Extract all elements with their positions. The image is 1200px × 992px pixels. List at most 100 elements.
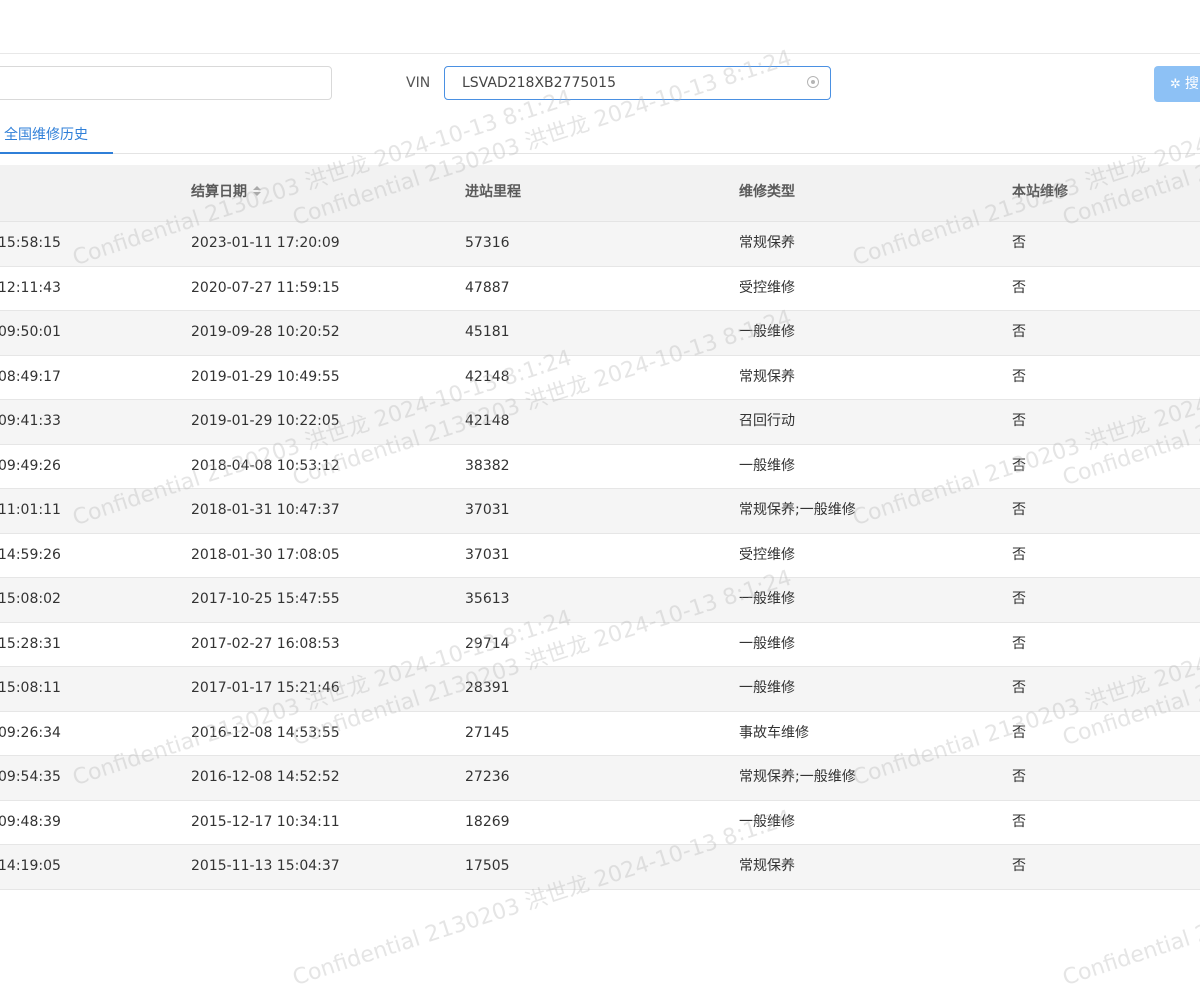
search-button-label: 搜 bbox=[1184, 76, 1199, 92]
table-row[interactable]: 15:58:15 2023-01-11 17:20:09 57316 常规保养 否 bbox=[0, 222, 1200, 267]
header-local-repair: 本站维修 bbox=[1012, 184, 1068, 200]
cell-local-repair: 否 bbox=[1012, 769, 1026, 785]
cell-time: 08:49:17 bbox=[0, 368, 61, 385]
cell-time: 09:41:33 bbox=[0, 413, 61, 429]
table-row[interactable]: 14:19:05 2015-11-13 15:04:37 17505 常规保养 否 bbox=[0, 845, 1200, 890]
cell-repair-type: 事故车维修 bbox=[739, 724, 809, 741]
cell-repair-type: 召回行动 bbox=[739, 413, 795, 429]
cell-repair-type: 一般维修 bbox=[739, 635, 795, 652]
table-row[interactable]: 15:08:02 2017-10-25 15:47:55 35613 一般维修 否 bbox=[0, 578, 1200, 623]
cell-time: 09:26:34 bbox=[0, 724, 61, 741]
cell-mileage: 42148 bbox=[465, 413, 510, 429]
cell-settlement-date: 2023-01-11 17:20:09 bbox=[191, 235, 340, 251]
cell-time: 14:59:26 bbox=[0, 546, 61, 563]
cell-time: 09:49:26 bbox=[0, 457, 61, 474]
cell-repair-type: 常规保养 bbox=[739, 235, 795, 251]
cell-settlement-date: 2017-01-17 15:21:46 bbox=[191, 680, 340, 696]
cell-repair-type: 常规保养;一般维修 bbox=[739, 769, 856, 785]
vin-input-value[interactable]: LSVAD218XB2775015 bbox=[462, 74, 616, 92]
cell-repair-type: 一般维修 bbox=[739, 324, 795, 340]
top-divider bbox=[0, 53, 1200, 54]
header-mileage: 进站里程 bbox=[465, 184, 521, 200]
cell-local-repair: 否 bbox=[1012, 502, 1026, 518]
cell-mileage: 27236 bbox=[465, 769, 510, 785]
header-repair-type: 维修类型 bbox=[739, 184, 795, 200]
cell-repair-type: 一般维修 bbox=[739, 591, 795, 607]
table-row[interactable]: 15:08:11 2017-01-17 15:21:46 28391 一般维修 否 bbox=[0, 667, 1200, 712]
cell-mileage: 42148 bbox=[465, 368, 510, 385]
cell-mileage: 38382 bbox=[465, 457, 510, 474]
table-row[interactable]: 09:49:26 2018-04-08 10:53:12 38382 一般维修 否 bbox=[0, 445, 1200, 489]
clear-icon[interactable] bbox=[807, 76, 819, 88]
table-row[interactable]: 09:26:34 2016-12-08 14:53:55 27145 事故车维修 否 bbox=[0, 712, 1200, 756]
table-row[interactable]: 09:48:39 2015-12-17 10:34:11 18269 一般维修 否 bbox=[0, 801, 1200, 845]
cell-repair-type: 常规保养 bbox=[739, 368, 795, 385]
cell-settlement-date: 2017-10-25 15:47:55 bbox=[191, 591, 340, 607]
search-button[interactable]: ✲ 搜 bbox=[1154, 66, 1200, 102]
cell-repair-type: 一般维修 bbox=[739, 680, 795, 696]
tab-active-underline bbox=[0, 152, 113, 154]
table-body: 15:58:15 2023-01-11 17:20:09 57316 常规保养否 12:… bbox=[0, 222, 1200, 890]
cell-mileage: 28391 bbox=[465, 680, 510, 696]
table-row[interactable]: 14:59:26 2018-01-30 17:08:05 37031 受控维修 否 bbox=[0, 534, 1200, 578]
vin-label: VIN bbox=[406, 75, 431, 91]
cell-settlement-date: 2016-12-08 14:52:52 bbox=[191, 769, 340, 785]
cell-mileage: 47887 bbox=[465, 279, 510, 296]
cell-mileage: 27145 bbox=[465, 724, 510, 741]
cell-local-repair: 否 bbox=[1012, 413, 1026, 429]
repair-history-table: 结算日期 进站里程 维修类型 本站维修 15:58:15 2023-01-11 1… bbox=[0, 165, 1200, 890]
cell-time: 11:01:11 bbox=[0, 502, 61, 518]
cell-repair-type: 一般维修 bbox=[739, 457, 795, 474]
cell-repair-type: 受控维修 bbox=[739, 546, 795, 563]
cell-time: 15:08:11 bbox=[0, 680, 61, 696]
table-header: 结算日期 进站里程 维修类型 本站维修 bbox=[0, 165, 1200, 222]
cell-local-repair: 否 bbox=[1012, 324, 1026, 340]
cell-local-repair: 否 bbox=[1012, 724, 1026, 741]
table-row[interactable]: 08:49:17 2019-01-29 10:49:55 42148 常规保养 否 bbox=[0, 356, 1200, 400]
cell-local-repair: 否 bbox=[1012, 591, 1026, 607]
cell-settlement-date: 2015-12-17 10:34:11 bbox=[191, 813, 340, 830]
cell-repair-type: 常规保养 bbox=[739, 858, 795, 874]
cell-local-repair: 否 bbox=[1012, 235, 1026, 251]
cell-repair-type: 一般维修 bbox=[739, 813, 795, 830]
cell-mileage: 18269 bbox=[465, 813, 510, 830]
cell-local-repair: 否 bbox=[1012, 457, 1026, 474]
table-row[interactable]: 09:50:01 2019-09-28 10:20:52 45181 一般维修 否 bbox=[0, 311, 1200, 356]
table-row[interactable]: 15:28:31 2017-02-27 16:08:53 29714 一般维修 否 bbox=[0, 623, 1200, 667]
tabs-divider bbox=[0, 153, 1200, 154]
table-row[interactable]: 09:54:35 2016-12-08 14:52:52 27236 常规保养;一般维… bbox=[0, 756, 1200, 801]
cell-settlement-date: 2018-01-31 10:47:37 bbox=[191, 502, 340, 518]
cell-settlement-date: 2020-07-27 11:59:15 bbox=[191, 279, 340, 296]
cell-time: 15:08:02 bbox=[0, 591, 61, 607]
cell-settlement-date: 2015-11-13 15:04:37 bbox=[191, 858, 340, 874]
cell-time: 09:48:39 bbox=[0, 813, 61, 830]
cell-repair-type: 受控维修 bbox=[739, 279, 795, 296]
table-row[interactable]: 11:01:11 2018-01-31 10:47:37 37031 常规保养;一般维… bbox=[0, 489, 1200, 534]
cell-mileage: 45181 bbox=[465, 324, 510, 340]
cell-mileage: 57316 bbox=[465, 235, 510, 251]
search-input-left[interactable] bbox=[0, 66, 332, 100]
cell-time: 15:58:15 bbox=[0, 235, 61, 251]
tab-national-repair-history[interactable]: 全国维修历史 bbox=[0, 126, 88, 144]
header-settlement-date[interactable]: 结算日期 bbox=[191, 165, 261, 220]
cell-settlement-date: 2019-01-29 10:49:55 bbox=[191, 368, 340, 385]
cell-local-repair: 否 bbox=[1012, 813, 1026, 830]
cell-time: 09:50:01 bbox=[0, 324, 61, 340]
cell-local-repair: 否 bbox=[1012, 858, 1026, 874]
cell-local-repair: 否 bbox=[1012, 279, 1026, 296]
cell-time: 12:11:43 bbox=[0, 279, 61, 296]
cell-settlement-date: 2018-01-30 17:08:05 bbox=[191, 546, 340, 563]
cell-mileage: 17505 bbox=[465, 858, 510, 874]
cell-mileage: 29714 bbox=[465, 635, 510, 652]
vin-input[interactable]: LSVAD218XB2775015 bbox=[444, 66, 831, 100]
cell-mileage: 37031 bbox=[465, 502, 510, 518]
cell-local-repair: 否 bbox=[1012, 635, 1026, 652]
cell-time: 14:19:05 bbox=[0, 858, 61, 874]
table-row[interactable]: 09:41:33 2019-01-29 10:22:05 42148 召回行动 否 bbox=[0, 400, 1200, 445]
cell-repair-type: 常规保养;一般维修 bbox=[739, 502, 856, 518]
cell-settlement-date: 2017-02-27 16:08:53 bbox=[191, 635, 340, 652]
table-row[interactable]: 12:11:43 2020-07-27 11:59:15 47887 受控维修 否 bbox=[0, 267, 1200, 311]
header-settlement-date-label: 结算日期 bbox=[191, 184, 247, 200]
cell-mileage: 37031 bbox=[465, 546, 510, 563]
sort-icon[interactable] bbox=[253, 185, 261, 196]
